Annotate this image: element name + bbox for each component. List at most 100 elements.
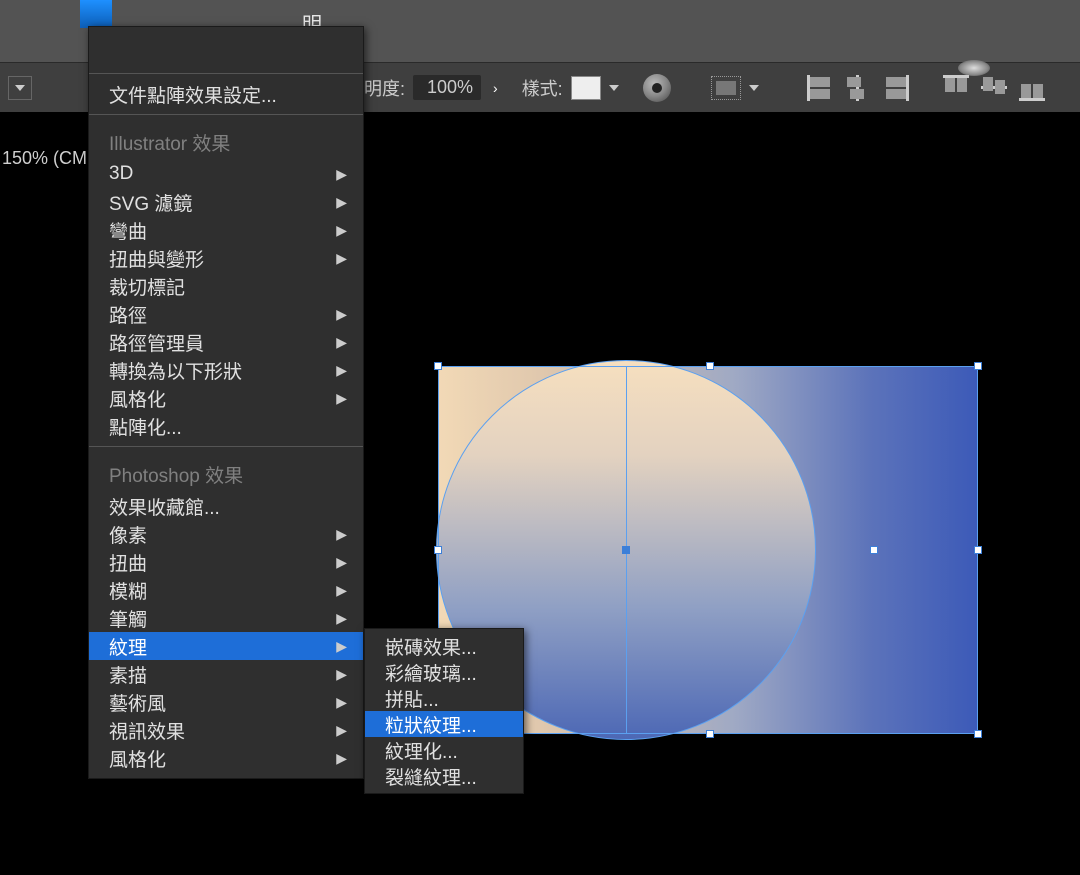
menu-item[interactable]: SVG 濾鏡 ▶ [89,188,363,216]
menu-item-label: 風格化 [109,385,166,412]
menu-item-label: 視訊效果 [109,717,185,744]
menu-item[interactable]: 彩繪玻璃... [365,659,523,685]
profile-dropdown[interactable] [8,76,32,100]
menu-item-label: 裁切標記 [109,273,185,300]
menu-item[interactable]: 裁切標記 [89,272,363,300]
menu-item[interactable]: 路徑管理員 ▶ [89,328,363,356]
handle-bc[interactable] [706,730,714,738]
isolate-dropdown-caret[interactable] [749,85,759,91]
menu-item[interactable]: 像素 ▶ [89,520,363,548]
handle-mmr[interactable] [870,546,878,554]
menu-item[interactable]: 視訊效果▶ [89,716,363,744]
align-bottom-icon[interactable] [1019,75,1045,101]
align-icons [807,75,1045,101]
menu-item-label: 裂縫紋理... [385,763,477,790]
isolate-selected-icon[interactable] [711,76,741,100]
texture-submenu: 嵌磚效果...彩繪玻璃...拼貼...粒狀紋理...紋理化...裂縫紋理... [364,628,524,794]
menu-separator [89,73,363,74]
menu-item[interactable]: 路徑 ▶ [89,300,363,328]
menu-item[interactable]: 彎曲 ▶ [89,216,363,244]
style-swatch[interactable] [571,76,601,100]
menu-item[interactable]: 紋理化... [365,737,523,763]
menu-item[interactable]: 紋理 ▶ [89,632,363,660]
submenu-arrow-icon: ▶ [324,250,347,267]
align-hcenter-icon[interactable] [845,75,871,101]
menu-item[interactable]: 模糊▶ [89,576,363,604]
menu-item-label: 風格化 [109,745,166,772]
menu-item[interactable]: 風格化 ▶ [89,384,363,412]
menu-item[interactable]: 點陣化... [89,412,363,440]
menu-item-label: 粒狀紋理... [385,711,477,738]
submenu-arrow-icon: ▶ [324,694,347,711]
menu-item[interactable]: 風格化 ▶ [89,744,363,772]
menu-item-label: 嵌磚效果... [385,633,477,660]
menu-item-label: 路徑 [109,301,147,328]
submenu-arrow-icon: ▶ [324,334,347,351]
menu-item-label: 彎曲 [109,217,147,244]
handle-tc[interactable] [706,362,714,370]
submenu-arrow-icon: ▶ [324,750,347,767]
handle-center[interactable] [622,546,630,554]
menu-item-label: 3D [109,163,133,185]
menu-item-label: 藝術風 [109,689,166,716]
menu-item[interactable]: 藝術風 ▶ [89,688,363,716]
submenu-arrow-icon: ▶ [324,166,347,183]
menu-item[interactable]: 筆觸 ▶ [89,604,363,632]
align-vcenter-icon[interactable] [981,75,1007,101]
menu-item[interactable]: 粒狀紋理... [365,711,523,737]
handle-mr[interactable] [974,546,982,554]
menu-item[interactable]: 扭曲▶ [89,548,363,576]
handle-tr[interactable] [974,362,982,370]
menu-item-label: 素描 [109,661,147,688]
menu-item[interactable]: 拼貼... [365,685,523,711]
menu-section-illustrator: Illustrator 效果 [89,121,363,160]
menu-item-label: 扭曲與變形 [109,245,204,272]
menu-item-label: 轉換為以下形狀 [109,357,242,384]
menu-item-raster-settings[interactable]: 文件點陣效果設定... [89,80,363,108]
menu-item-label: 紋理 [109,633,147,660]
menu-item-apply-last[interactable] [89,27,363,47]
active-menu-tab[interactable] [80,0,112,28]
submenu-arrow-icon: ▶ [324,306,347,323]
graphic-style-icon[interactable] [643,74,671,102]
submenu-arrow-icon: ▶ [324,554,347,571]
style-label: 樣式: [522,75,563,101]
menu-item[interactable]: 嵌磚效果... [365,633,523,659]
menu-item-label: 紋理化... [385,737,458,764]
menu-item-label: 點陣化... [109,413,182,440]
menu-item-label: SVG 濾鏡 [109,189,192,216]
chevron-right-icon[interactable]: › [493,80,498,96]
submenu-arrow-icon: ▶ [324,526,347,543]
align-top-icon[interactable] [943,75,969,101]
handle-tl[interactable] [434,362,442,370]
menu-item-label: 像素 [109,521,147,548]
menu-item[interactable]: 扭曲與變形 ▶ [89,244,363,272]
submenu-arrow-icon: ▶ [324,666,347,683]
menu-item[interactable]: 3D ▶ [89,160,363,188]
effects-menu: 文件點陣效果設定... Illustrator 效果 3D ▶ SVG 濾鏡 ▶ 彎曲 ▶… [88,26,364,779]
menu-separator [89,114,363,115]
menu-item-label: 路徑管理員 [109,329,204,356]
handle-ml[interactable] [434,546,442,554]
submenu-arrow-icon: ▶ [324,194,347,211]
opacity-value[interactable]: 100% [413,75,481,100]
submenu-arrow-icon: ▶ [324,638,347,655]
menu-item-last-effect[interactable] [89,47,363,67]
style-dropdown-caret[interactable] [609,85,619,91]
menu-item[interactable]: 裂縫紋理... [365,763,523,789]
menu-item-label: 模糊 [109,577,147,604]
submenu-arrow-icon: ▶ [324,390,347,407]
menu-item[interactable]: 效果收藏館... [89,492,363,520]
menu-separator [89,446,363,447]
align-left-icon[interactable] [807,75,833,101]
menu-item[interactable]: 轉換為以下形狀 ▶ [89,356,363,384]
align-right-icon[interactable] [883,75,909,101]
menu-item-label: 筆觸 [109,605,147,632]
menu-section-photoshop: Photoshop 效果 [89,453,363,492]
submenu-arrow-icon: ▶ [324,222,347,239]
menu-item-label: 彩繪玻璃... [385,659,477,686]
submenu-arrow-icon: ▶ [324,610,347,627]
menu-item[interactable]: 素描 ▶ [89,660,363,688]
submenu-arrow-icon: ▶ [324,362,347,379]
handle-br[interactable] [974,730,982,738]
